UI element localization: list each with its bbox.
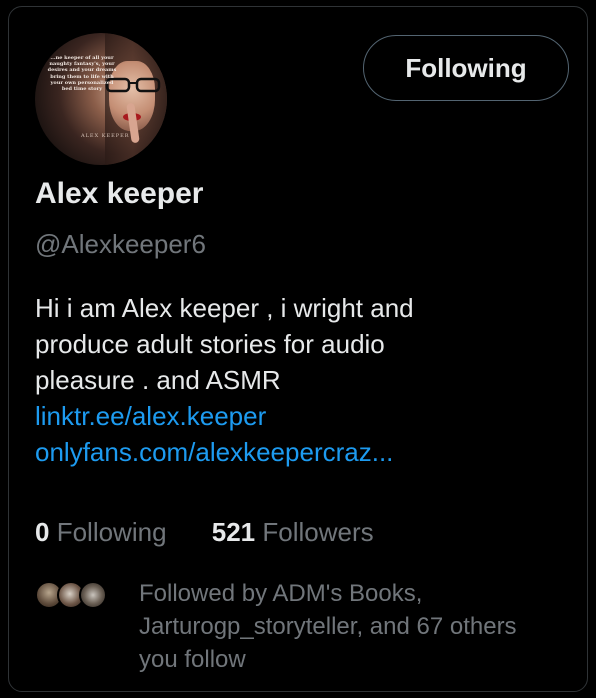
mutual-avatar (79, 581, 107, 609)
following-count: 0 (35, 517, 50, 547)
following-button[interactable]: Following (363, 35, 569, 101)
bio-line: Hi i am Alex keeper , i wright and (35, 293, 414, 323)
profile-name[interactable]: Alex keeper (35, 177, 203, 211)
followed-by-text: Followed by ADM's Books, Jarturogp_story… (139, 577, 579, 676)
bio-line: produce adult stories for audio (35, 329, 385, 359)
followed-by-line: Followed by ADM's Books, (139, 580, 423, 607)
following-label: Following (56, 517, 167, 547)
followers-label: Followers (262, 517, 374, 547)
profile-hover-card: ...ne keeper of all your naughty fantasy… (8, 6, 588, 692)
followed-by-line: Jarturogp_storyteller, and 67 others (139, 613, 517, 640)
followers-count: 521 (211, 517, 256, 547)
bio-link-linktree[interactable]: linktr.ee/alex.keeper (35, 398, 565, 434)
bio-link-onlyfans[interactable]: onlyfans.com/alexkeepercraz... (35, 434, 565, 470)
followed-by-line: you follow (139, 646, 246, 673)
followers-stat[interactable]: 521 Followers (212, 517, 374, 548)
avatar-blurb-text: ...ne keeper of all your naughty fantasy… (47, 55, 117, 93)
mutual-avatars (35, 581, 115, 611)
bio-line: pleasure . and ASMR (35, 365, 281, 395)
profile-bio: Hi i am Alex keeper , i wright and produ… (35, 290, 565, 470)
profile-avatar[interactable]: ...ne keeper of all your naughty fantasy… (35, 33, 167, 165)
profile-handle[interactable]: @Alexkeeper6 (35, 229, 206, 260)
avatar-brand-text: ALEX KEEPER (81, 133, 130, 139)
profile-stats: 0 Following 521 Followers (35, 517, 374, 548)
following-stat[interactable]: 0 Following (35, 517, 167, 548)
